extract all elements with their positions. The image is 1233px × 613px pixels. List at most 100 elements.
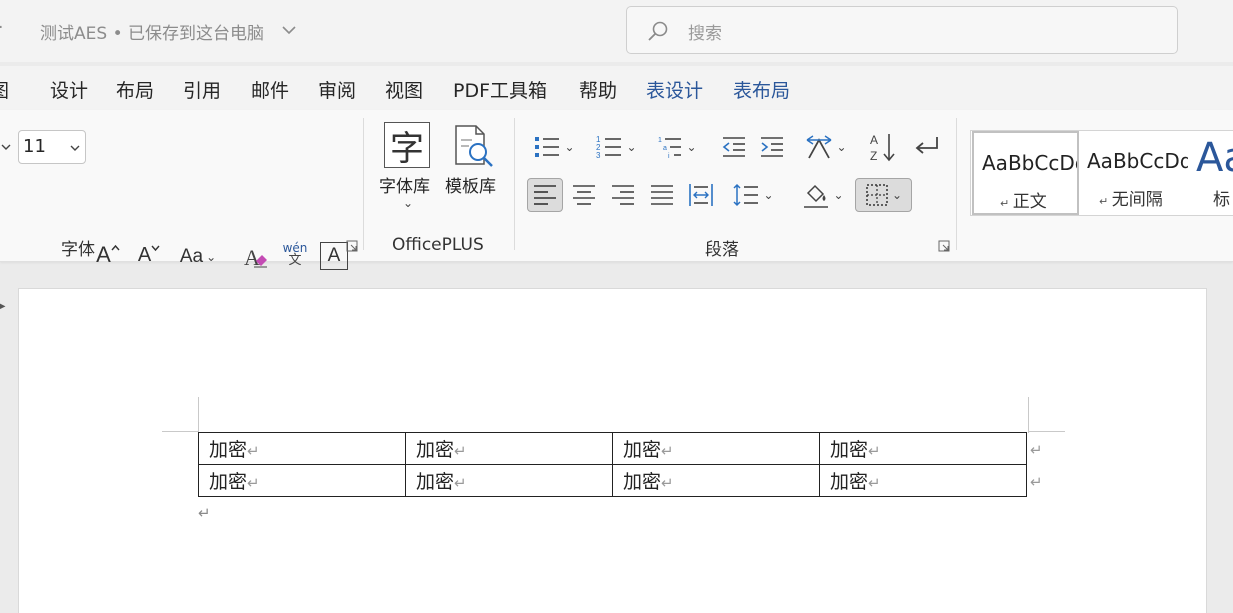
font-size-value: 11	[23, 136, 46, 157]
chinese-layout-icon	[807, 135, 832, 159]
font-library-label[interactable]: 字体库	[379, 172, 430, 197]
table-cell[interactable]: 加密↵	[198, 432, 406, 465]
group-separator	[514, 118, 515, 250]
table-cell[interactable]: 加密↵	[819, 432, 1027, 465]
justify-button[interactable]	[644, 178, 680, 212]
paragraph-mark: ↵	[198, 504, 211, 522]
title-bar: · 测试AES • 已保存到这台电脑 搜索	[0, 0, 1233, 62]
paragraph-group-label: 段落	[705, 240, 739, 260]
chevron-down-icon	[70, 145, 80, 151]
crop-mark	[198, 397, 199, 433]
search-placeholder: 搜索	[688, 24, 722, 44]
font-name-dropdown[interactable]	[0, 141, 12, 153]
chevron-down-icon[interactable]	[280, 21, 298, 39]
svg-text:i: i	[668, 153, 670, 160]
change-case-button[interactable]: Aa ⌄	[174, 240, 222, 274]
tab-help[interactable]: 帮助	[579, 76, 617, 103]
tab-draw[interactable]: 图	[0, 76, 9, 103]
tab-pdf-toolbox[interactable]: PDF工具箱	[453, 76, 547, 103]
style-no-spacing[interactable]: AaBbCcDd ↵ 无间隔	[1081, 131, 1188, 215]
group-separator	[956, 118, 957, 250]
sort-button[interactable]: AZ	[866, 130, 900, 164]
template-library-label[interactable]: 模板库	[445, 172, 496, 197]
change-case-label: Aa	[179, 246, 204, 267]
show-hide-marks-button[interactable]	[910, 130, 944, 164]
font-library-glyph: 字	[390, 128, 424, 169]
tab-references[interactable]: 引用	[183, 76, 221, 103]
align-right-button[interactable]	[605, 178, 641, 212]
clear-formatting-button[interactable]: A	[240, 240, 270, 274]
ribbon-tabs: 图 设计 布局 引用 邮件 审阅 视图 PDF工具箱 帮助 表设计 表布局	[0, 66, 1233, 110]
document-title[interactable]: 测试AES • 已保存到这台电脑	[40, 19, 264, 44]
align-left-button[interactable]	[527, 178, 563, 212]
table-cell[interactable]: 加密↵	[819, 464, 1027, 497]
document-table[interactable]: 加密↵ 加密↵ 加密↵ 加密↵ 加密↵ 加密↵ 加密↵ 加密↵	[198, 432, 1027, 497]
group-separator	[363, 118, 364, 250]
shrink-font-button[interactable]: A	[134, 240, 164, 270]
numbering-button[interactable]: 1 2 3 ⌄	[590, 130, 642, 164]
multilevel-list-button[interactable]: 1 a i ⌄	[652, 130, 702, 164]
crop-mark	[162, 431, 198, 432]
increase-indent-icon	[761, 137, 783, 157]
search-input[interactable]: 搜索	[626, 6, 1178, 54]
tab-table-design[interactable]: 表设计	[646, 76, 703, 103]
grow-font-button[interactable]: A	[93, 240, 123, 270]
tab-table-layout[interactable]: 表布局	[733, 76, 790, 103]
paragraph-dialog-launcher-icon[interactable]	[938, 240, 950, 252]
character-border-button[interactable]: A	[320, 242, 348, 270]
tab-layout[interactable]: 布局	[116, 76, 154, 103]
svg-text:Z: Z	[870, 149, 877, 163]
table-row: 加密↵ 加密↵ 加密↵ 加密↵	[198, 464, 1027, 497]
style-heading[interactable]: Aa 标	[1191, 131, 1233, 215]
row-end-mark: ↵	[1030, 473, 1043, 491]
template-library-icon[interactable]	[452, 122, 496, 168]
svg-text:A: A	[244, 245, 260, 270]
phonetic-guide-button[interactable]: wén 文	[281, 234, 309, 274]
align-center-icon	[573, 185, 595, 205]
table-cell[interactable]: 加密↵	[612, 464, 820, 497]
chinese-layout-button[interactable]: ⌄	[800, 130, 852, 164]
style-heading-sample: Aa	[1196, 135, 1233, 181]
table-cell[interactable]: 加密↵	[612, 432, 820, 465]
clear-formatting-icon: A	[244, 245, 267, 270]
font-library-dropdown[interactable]: ⌄	[403, 196, 413, 210]
increase-indent-button[interactable]	[756, 130, 788, 164]
row-end-mark: ↵	[1030, 441, 1043, 459]
tab-view[interactable]: 视图	[385, 76, 423, 103]
phonetic-bottom: 文	[288, 252, 302, 268]
font-size-select[interactable]: 11	[18, 130, 86, 164]
borders-button[interactable]: ⌄	[855, 178, 912, 212]
styles-gallery: AaBbCcDd ↵ 正文 AaBbCcDd ↵ 无间隔 Aa 标	[970, 130, 1233, 216]
tab-design[interactable]: 设计	[50, 76, 88, 103]
borders-icon	[866, 184, 888, 206]
decrease-indent-icon	[722, 137, 745, 157]
align-right-icon	[612, 185, 634, 205]
style-normal-name: ↵ 正文	[1000, 192, 1047, 212]
bullets-button[interactable]: ⌄	[528, 130, 580, 164]
bullet-list-icon	[535, 137, 560, 157]
sort-az-icon: AZ	[870, 133, 895, 163]
shading-button[interactable]: ⌄	[798, 178, 848, 212]
table-cell[interactable]: 加密↵	[198, 464, 406, 497]
paint-bucket-icon	[804, 184, 829, 208]
font-row2-cut: ▸	[0, 294, 6, 316]
svg-text:A: A	[870, 133, 878, 147]
font-dialog-launcher-icon[interactable]	[346, 240, 358, 252]
tab-review[interactable]: 审阅	[318, 76, 356, 103]
style-normal[interactable]: AaBbCcDd ↵ 正文	[972, 131, 1079, 215]
document-page[interactable]: 加密↵ 加密↵ 加密↵ 加密↵ 加密↵ 加密↵ 加密↵ 加密↵ ↵ ↵ ↵	[18, 288, 1207, 613]
table-cell[interactable]: 加密↵	[405, 464, 613, 497]
line-spacing-button[interactable]: ⌄	[728, 178, 778, 212]
search-icon	[648, 21, 668, 41]
tab-mailings[interactable]: 邮件	[251, 76, 289, 103]
style-normal-sample: AaBbCcDd	[982, 151, 1079, 175]
title-left-edge: ·	[0, 18, 3, 38]
line-spacing-icon	[733, 183, 759, 207]
table-cell[interactable]: 加密↵	[405, 432, 613, 465]
align-center-button[interactable]	[566, 178, 602, 212]
decrease-indent-button[interactable]	[718, 130, 750, 164]
font-group-label: 字体	[61, 240, 95, 260]
distributed-button[interactable]	[683, 178, 719, 212]
numbered-list-icon: 123	[596, 135, 622, 160]
font-library-icon[interactable]: 字	[384, 122, 430, 169]
